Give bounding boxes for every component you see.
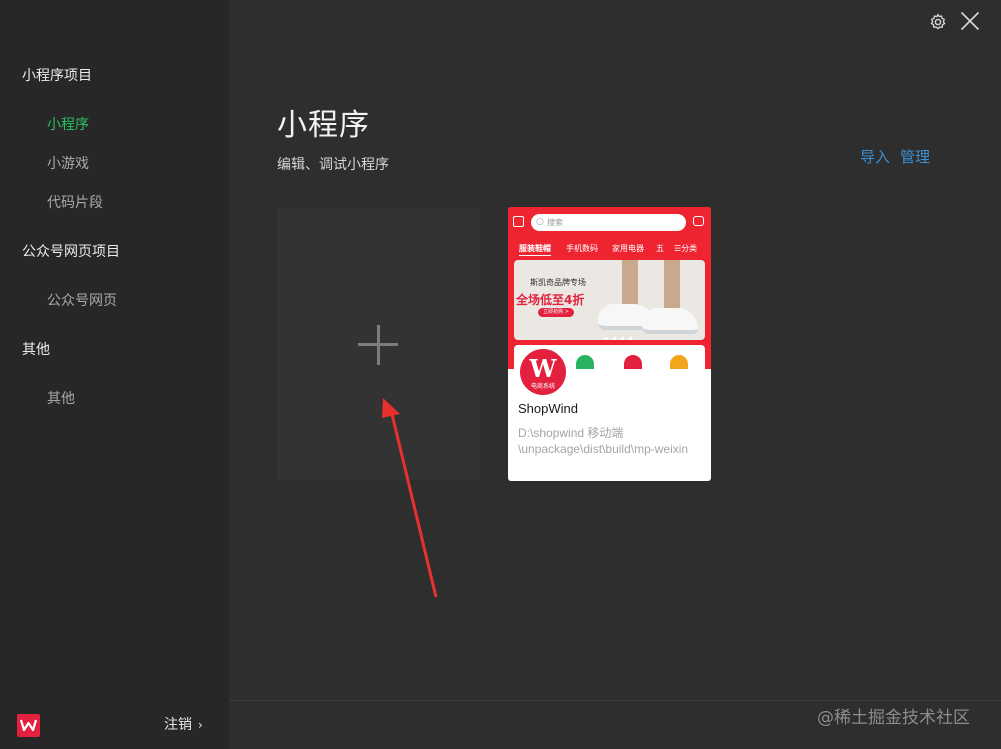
new-project-button[interactable] bbox=[277, 208, 480, 480]
project-path: D:\shopwind 移动端 \unpackage\dist\build\mp… bbox=[518, 426, 689, 456]
header-actions: 导入 管理 bbox=[860, 146, 940, 167]
main-panel: 小程序 编辑、调试小程序 导入管理 ○ 搜索 服装鞋帽 手机数码 家用电器 五 bbox=[229, 0, 1001, 749]
logout-button[interactable]: 注销 › bbox=[164, 714, 203, 734]
carousel-dots: ▬ ▪ ▪ ▪ bbox=[603, 335, 634, 342]
search-icon: ○ bbox=[536, 217, 544, 227]
w-logo-icon bbox=[19, 719, 38, 732]
thumbnail-banner: 斯凯奇品牌专场 全场低至4折 立即抢购 > bbox=[514, 260, 705, 340]
message-icon bbox=[693, 216, 704, 226]
import-button[interactable]: 导入 bbox=[860, 148, 890, 166]
sidebar: 小程序项目 小程序 小游戏 代码片段 公众号网页项目 公众号网页 其他 其他 注… bbox=[0, 0, 229, 749]
section-other: 其他 bbox=[22, 342, 50, 358]
thumbnail-category-tabs: 服装鞋帽 手机数码 家用电器 五 ☰分类 bbox=[508, 240, 711, 260]
user-avatar[interactable] bbox=[17, 714, 40, 737]
settings-button[interactable] bbox=[929, 13, 947, 35]
project-logo: W 电商系统 bbox=[518, 347, 568, 397]
section-miniprogram-projects: 小程序项目 bbox=[22, 68, 92, 84]
bottom-divider bbox=[229, 700, 1001, 701]
logout-label: 注销 bbox=[164, 717, 192, 733]
project-name: ShopWind bbox=[518, 401, 578, 416]
section-official-account-web: 公众号网页项目 bbox=[22, 244, 120, 260]
chevron-right-icon: › bbox=[198, 718, 203, 732]
sidebar-item-minigame[interactable]: 小游戏 bbox=[47, 153, 89, 173]
thumbnail-search-bar: ○ 搜索 bbox=[531, 214, 686, 231]
scan-icon bbox=[513, 216, 524, 227]
manage-button[interactable]: 管理 bbox=[900, 148, 930, 166]
page-subtitle: 编辑、调试小程序 bbox=[277, 157, 389, 173]
sidebar-item-miniprogram[interactable]: 小程序 bbox=[47, 114, 89, 134]
gear-icon bbox=[930, 13, 946, 30]
sidebar-item-other[interactable]: 其他 bbox=[47, 388, 75, 408]
close-button[interactable] bbox=[960, 11, 980, 35]
project-thumbnail: ○ 搜索 服装鞋帽 手机数码 家用电器 五 ☰分类 斯凯奇品牌专场 全场低至4折… bbox=[508, 207, 711, 369]
watermark: @稀土掘金技术社区 bbox=[817, 708, 970, 728]
sidebar-item-code-snippet[interactable]: 代码片段 bbox=[47, 192, 103, 212]
sidebar-item-official-account-web[interactable]: 公众号网页 bbox=[47, 290, 117, 310]
close-icon bbox=[960, 11, 980, 31]
page-title: 小程序 bbox=[277, 108, 370, 143]
project-card-shopwind[interactable]: ○ 搜索 服装鞋帽 手机数码 家用电器 五 ☰分类 斯凯奇品牌专场 全场低至4折… bbox=[508, 207, 711, 481]
